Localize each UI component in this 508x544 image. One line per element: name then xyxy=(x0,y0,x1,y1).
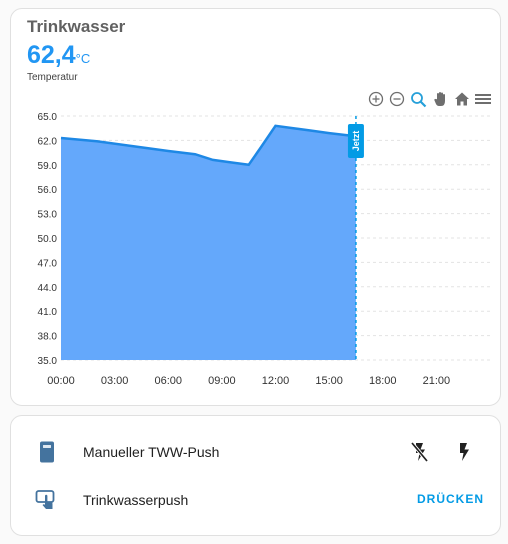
y-tick-label: 44.0 xyxy=(38,283,58,294)
x-tick-label: 12:00 xyxy=(262,375,290,387)
temperature-chart[interactable]: 35.0 38.0 41.0 44.0 47.0 50.0 53.0 56.0 59.0 62.0… xyxy=(11,9,502,407)
controls-card: Manueller TWW-Push Trinkwasserpush DRÜCK… xyxy=(10,415,501,536)
y-tick-label: 50.0 xyxy=(38,234,58,245)
control-row-manual-push: Manueller TWW-Push xyxy=(11,432,500,472)
push-button-icon xyxy=(35,488,59,517)
y-tick-label: 62.0 xyxy=(38,136,58,147)
y-tick-label: 56.0 xyxy=(38,185,58,196)
x-tick-label: 18:00 xyxy=(369,375,397,387)
x-tick-label: 03:00 xyxy=(101,375,129,387)
y-tick-label: 53.0 xyxy=(38,210,58,221)
flash-icon[interactable] xyxy=(452,440,476,469)
x-tick-label: 09:00 xyxy=(208,375,236,387)
y-tick-label: 65.0 xyxy=(38,112,58,123)
remote-device-icon xyxy=(35,440,59,469)
y-tick-label: 38.0 xyxy=(38,332,58,343)
control-label: Manueller TWW-Push xyxy=(83,444,220,460)
x-tick-label: 21:00 xyxy=(423,375,451,387)
temperature-card: Trinkwasser 62,4°C Temperatur 35.0 38.0 41… xyxy=(10,8,501,406)
y-tick-label: 47.0 xyxy=(38,258,58,269)
control-label: Trinkwasserpush xyxy=(83,492,189,508)
x-tick-label: 00:00 xyxy=(47,375,75,387)
press-button[interactable]: DRÜCKEN xyxy=(417,492,484,506)
flash-off-icon[interactable] xyxy=(408,440,432,469)
x-tick-label: 06:00 xyxy=(154,375,182,387)
control-row-push-button: Trinkwasserpush DRÜCKEN xyxy=(11,480,500,520)
x-tick-label: 15:00 xyxy=(315,375,343,387)
y-tick-label: 41.0 xyxy=(38,307,58,318)
now-marker-label: Jetzt xyxy=(351,131,361,152)
y-tick-label: 59.0 xyxy=(38,161,58,172)
series-area xyxy=(61,125,356,360)
y-tick-label: 35.0 xyxy=(38,356,58,367)
